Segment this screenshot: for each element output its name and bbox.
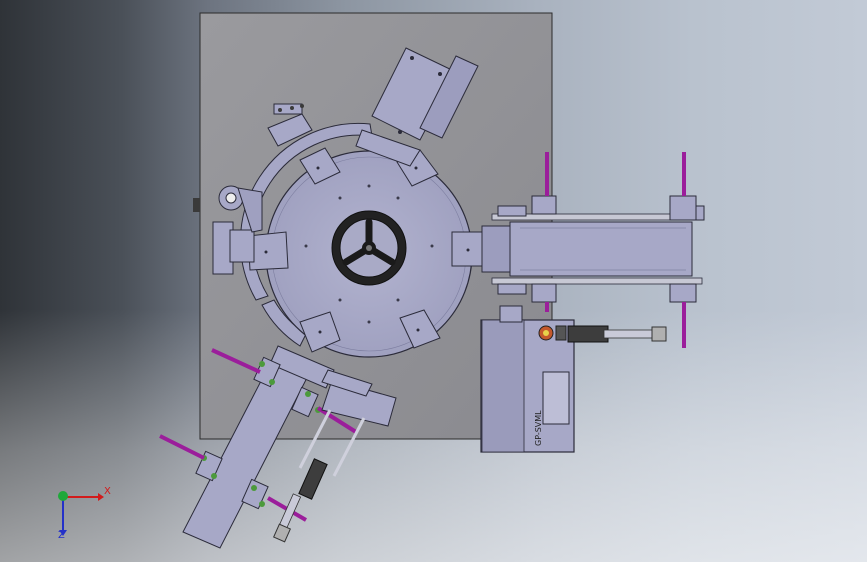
right-conveyor[interactable] (481, 205, 703, 295)
triad-x-label: X (104, 486, 111, 497)
triad-z-label: Z (58, 530, 65, 541)
plate-edge-shadow (193, 198, 200, 212)
pneumatic-cylinder-right[interactable] (567, 325, 667, 343)
handwheel[interactable] (331, 210, 407, 286)
pneumatic-cylinder-lower[interactable] (273, 458, 328, 543)
cad-viewport[interactable]: GP-SVML (0, 0, 867, 562)
triad-y-axis (58, 491, 68, 501)
left-pivot-bore (225, 192, 237, 204)
control-box-label: GP-SVML (534, 410, 543, 446)
